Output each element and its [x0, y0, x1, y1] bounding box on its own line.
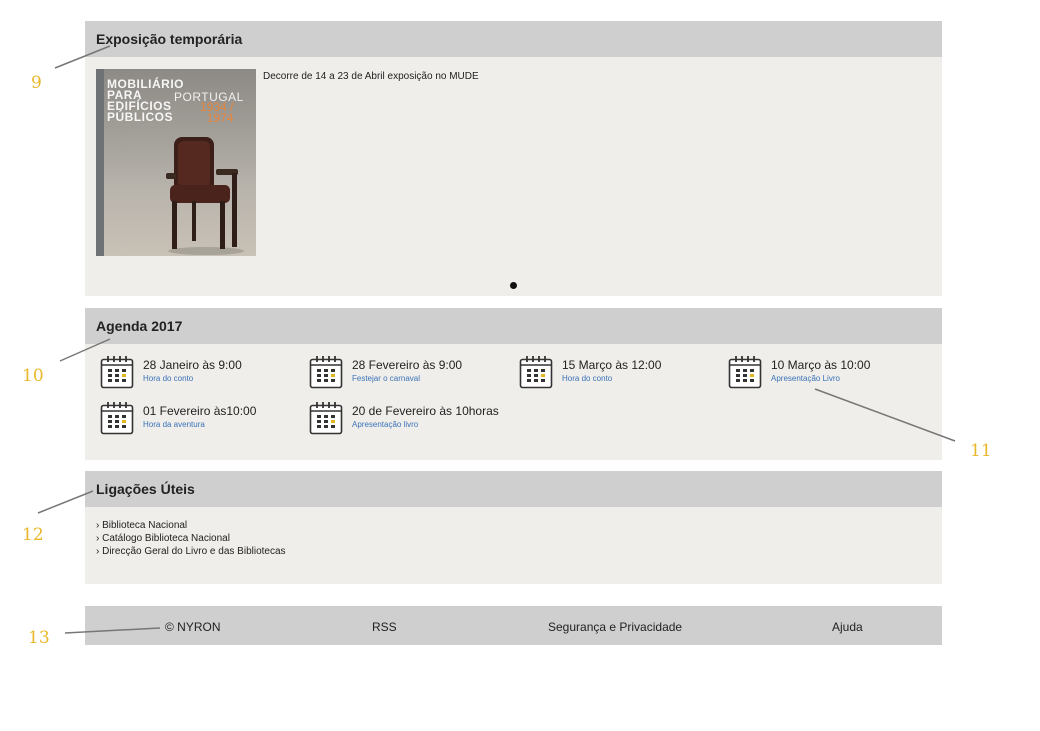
- calendar-icon: [728, 355, 762, 389]
- callout-9: 9: [31, 73, 42, 93]
- calendar-icon: [100, 355, 134, 389]
- agenda-event: 10 Março às 10:00 Apresentação Livro: [728, 355, 928, 389]
- agenda-event: 28 Janeiro às 9:00 Hora do conto: [100, 355, 300, 389]
- calendar-icon: [309, 401, 343, 435]
- footer-bar: © NYRON RSS Segurança e Privacidade Ajud…: [85, 606, 942, 645]
- callout-13: 13: [28, 628, 50, 648]
- poster-strip: [96, 69, 104, 256]
- event-link[interactable]: Hora da aventura: [143, 420, 205, 429]
- agenda-event: 28 Fevereiro às 9:00 Festejar o carnaval: [309, 355, 509, 389]
- event-date: 28 Janeiro às 9:00: [143, 358, 242, 372]
- agenda-body: 28 Janeiro às 9:00 Hora do conto 28 Feve…: [85, 344, 942, 460]
- calendar-icon: [309, 355, 343, 389]
- chair-image: [166, 137, 244, 255]
- links-panel: Ligações Úteis › Biblioteca Nacional › C…: [85, 471, 942, 584]
- calendar-icon: [100, 401, 134, 435]
- exhibit-title: Exposição temporária: [85, 21, 942, 57]
- callout-12: 12: [22, 525, 44, 545]
- poster-years: 1934 / 1974: [200, 100, 234, 125]
- event-link[interactable]: Apresentação Livro: [771, 374, 840, 383]
- exhibit-panel: Exposição temporária MOBILIÁRIO PARA EDI…: [85, 21, 942, 296]
- footer-copyright[interactable]: © NYRON: [165, 620, 221, 634]
- calendar-icon: [519, 355, 553, 389]
- agenda-panel: Agenda 2017 28 Janeiro às 9:00 Hora do c…: [85, 308, 942, 460]
- link-catalogo-biblioteca[interactable]: › Catálogo Biblioteca Nacional: [96, 532, 286, 545]
- agenda-event: 15 Março às 12:00 Hora do conto: [519, 355, 719, 389]
- event-date: 01 Fevereiro às10:00: [143, 404, 257, 418]
- agenda-title: Agenda 2017: [85, 308, 942, 344]
- exhibit-description: Decorre de 14 a 23 de Abril exposição no…: [263, 71, 479, 82]
- event-date: 28 Fevereiro às 9:00: [352, 358, 463, 372]
- exhibit-poster[interactable]: MOBILIÁRIO PARA EDIFÍCIOS PÚBLICOS PORTU…: [96, 69, 256, 256]
- callout-11: 11: [970, 441, 992, 461]
- links-title: Ligações Úteis: [85, 471, 942, 507]
- event-date: 10 Março às 10:00: [771, 358, 871, 372]
- event-link[interactable]: Hora do conto: [562, 374, 612, 383]
- link-direccao-geral[interactable]: › Direcção Geral do Livro e das Bibliote…: [96, 545, 286, 558]
- agenda-event: 01 Fevereiro às10:00 Hora da aventura: [100, 401, 300, 435]
- footer-privacy-link[interactable]: Segurança e Privacidade: [548, 620, 682, 634]
- event-link[interactable]: Apresentação livro: [352, 420, 418, 429]
- agenda-event: 20 de Fevereiro às 10horas Apresentação …: [309, 401, 509, 435]
- event-link[interactable]: Festejar o carnaval: [352, 374, 420, 383]
- event-date: 20 de Fevereiro às 10horas: [352, 404, 499, 418]
- footer-help-link[interactable]: Ajuda: [832, 620, 863, 634]
- callout-10: 10: [22, 366, 44, 386]
- link-biblioteca-nacional[interactable]: › Biblioteca Nacional: [96, 519, 286, 532]
- exhibit-body: MOBILIÁRIO PARA EDIFÍCIOS PÚBLICOS PORTU…: [85, 57, 942, 296]
- footer-rss-link[interactable]: RSS: [372, 620, 397, 634]
- links-body: › Biblioteca Nacional › Catálogo Bibliot…: [85, 507, 942, 584]
- links-list: › Biblioteca Nacional › Catálogo Bibliot…: [96, 519, 286, 558]
- carousel-dot[interactable]: [510, 282, 517, 289]
- event-link[interactable]: Hora do conto: [143, 374, 193, 383]
- event-date: 15 Março às 12:00: [562, 358, 662, 372]
